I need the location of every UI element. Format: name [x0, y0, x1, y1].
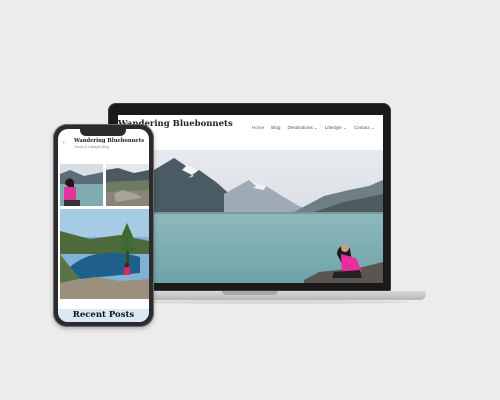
nav-lifestyle[interactable]: Lifestyle ⌄: [325, 125, 347, 131]
nav-home[interactable]: Home: [252, 125, 264, 131]
nav-destinations[interactable]: Destinations ⌄: [287, 125, 317, 131]
device-mockup-scene: Wandering Bluebonnets Home Blog Destinat…: [0, 0, 500, 400]
phone-tagline: Travel & Lifestyle Blog: [74, 145, 109, 149]
phone-notch: [80, 129, 126, 136]
thumbnail-lake-photo: [60, 164, 103, 206]
laptop-shadow: [120, 300, 410, 304]
nav-contact[interactable]: Contact ⌄: [354, 125, 375, 131]
thumbnail-mountain-photo: [106, 164, 149, 206]
post-thumbnail[interactable]: [60, 164, 103, 206]
phone-screen: ‹ Wandering Bluebonnets Travel & Lifesty…: [58, 129, 149, 322]
nav-blog[interactable]: Blog: [271, 125, 280, 131]
recent-posts-heading: Recent Posts: [72, 310, 135, 320]
post-thumbnail[interactable]: [106, 164, 149, 206]
menu-icon[interactable]: ‹: [63, 140, 66, 146]
site-nav: Home Blog Destinations ⌄ Lifestyle ⌄ Con…: [252, 125, 375, 131]
laptop-screen: Wandering Bluebonnets Home Blog Destinat…: [118, 115, 383, 283]
hero-image: [154, 150, 383, 283]
site-header: Wandering Bluebonnets Home Blog Destinat…: [118, 115, 383, 150]
post-thumbnail[interactable]: [60, 209, 149, 299]
laptop-trackpad-notch: [222, 291, 278, 295]
phone-site-title[interactable]: Wandering Bluebonnets: [74, 138, 144, 144]
hero-lake-photo: [154, 150, 383, 283]
thumbnail-tahoe-photo: [60, 209, 149, 299]
